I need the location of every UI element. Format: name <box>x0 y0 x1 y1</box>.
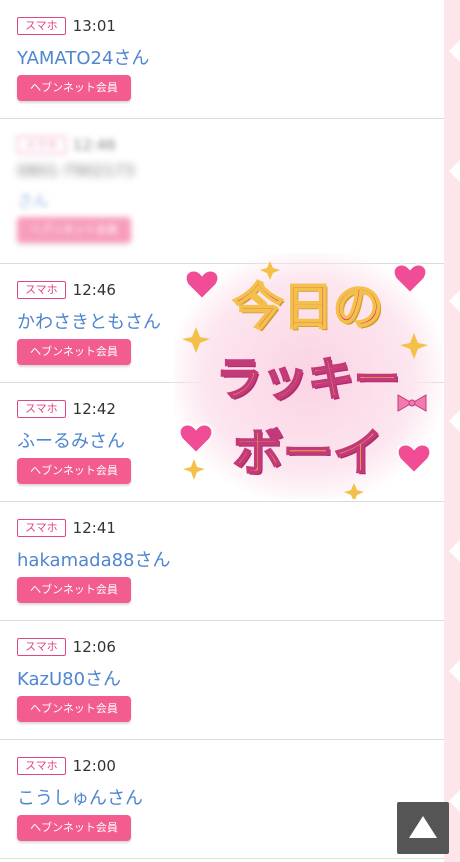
lucky-line-2: ラッキー <box>215 351 401 407</box>
list-item: スマホ 12:41 hakamada88さん ヘブンネット会員 <box>0 502 444 621</box>
device-badge: スマホ <box>17 17 66 35</box>
visitor-phone: 0801-7902173 <box>17 161 135 180</box>
visitor-name[interactable]: YAMATO24さん <box>17 44 149 70</box>
strip-arrow-icon <box>449 410 460 432</box>
member-button[interactable]: ヘブンネット会員 <box>17 458 131 484</box>
strip-arrow-icon <box>449 660 460 682</box>
strip-arrow-icon <box>449 160 460 182</box>
visitor-name[interactable]: さん <box>17 187 49 211</box>
list-item: スマホ 12:46 0801-7902173 さん ヘブンネット会員 <box>0 119 444 264</box>
visitor-name[interactable]: KazU80さん <box>17 665 121 691</box>
entry-meta: スマホ 12:46 <box>17 281 116 299</box>
entry-meta: スマホ 12:06 <box>17 638 116 656</box>
device-badge: スマホ <box>17 519 66 537</box>
visitor-name[interactable]: ふーるみさん <box>17 427 125 453</box>
visit-time: 12:46 <box>72 136 116 154</box>
list-item: スマホ 12:06 KazU80さん ヘブンネット会員 <box>0 621 444 740</box>
entry-meta: スマホ 12:00 <box>17 757 116 775</box>
device-badge: スマホ <box>17 136 66 154</box>
device-badge: スマホ <box>17 281 66 299</box>
list-item: スマホ 12:00 こうしゅんさん ヘブンネット会員 <box>0 740 444 859</box>
visitor-name[interactable]: こうしゅんさん <box>17 784 143 810</box>
visitor-name[interactable]: hakamada88さん <box>17 546 171 572</box>
member-button[interactable]: ヘブンネット会員 <box>17 815 131 841</box>
visit-time: 12:00 <box>72 757 116 775</box>
strip-arrow-icon <box>449 40 460 62</box>
visit-time: 13:01 <box>72 17 116 35</box>
strip-arrow-icon <box>449 790 460 812</box>
star-icon <box>344 483 364 499</box>
device-badge: スマホ <box>17 638 66 656</box>
member-button[interactable]: ヘブンネット会員 <box>17 75 131 101</box>
device-badge: スマホ <box>17 400 66 418</box>
scroll-to-top-button[interactable] <box>397 802 449 854</box>
lucky-line-1: 今日の <box>232 277 384 337</box>
visit-time: 12:06 <box>72 638 116 656</box>
visitor-name[interactable]: かわさきともさん <box>17 308 161 334</box>
strip-arrow-icon <box>449 540 460 562</box>
lucky-boy-banner: 今日の ラッキー ボーイ <box>174 253 442 499</box>
triangle-up-icon <box>409 816 437 838</box>
strip-arrow-icon <box>449 290 460 312</box>
visit-time: 12:41 <box>72 519 116 537</box>
entry-meta: スマホ 13:01 <box>17 17 116 35</box>
member-button[interactable]: ヘブンネット会員 <box>17 339 131 365</box>
decorative-side-strip <box>444 0 460 862</box>
visit-time: 12:42 <box>72 400 116 418</box>
lucky-line-3: ボーイ <box>232 423 384 483</box>
list-item: スマホ 13:01 YAMATO24さん ヘブンネット会員 <box>0 0 444 119</box>
entry-meta: スマホ 12:42 <box>17 400 116 418</box>
member-button[interactable]: ヘブンネット会員 <box>17 696 131 722</box>
entry-meta: スマホ 12:41 <box>17 519 116 537</box>
member-button[interactable]: ヘブンネット会員 <box>17 217 131 243</box>
visit-time: 12:46 <box>72 281 116 299</box>
member-button[interactable]: ヘブンネット会員 <box>17 577 131 603</box>
device-badge: スマホ <box>17 757 66 775</box>
entry-meta: スマホ 12:46 <box>17 136 116 154</box>
